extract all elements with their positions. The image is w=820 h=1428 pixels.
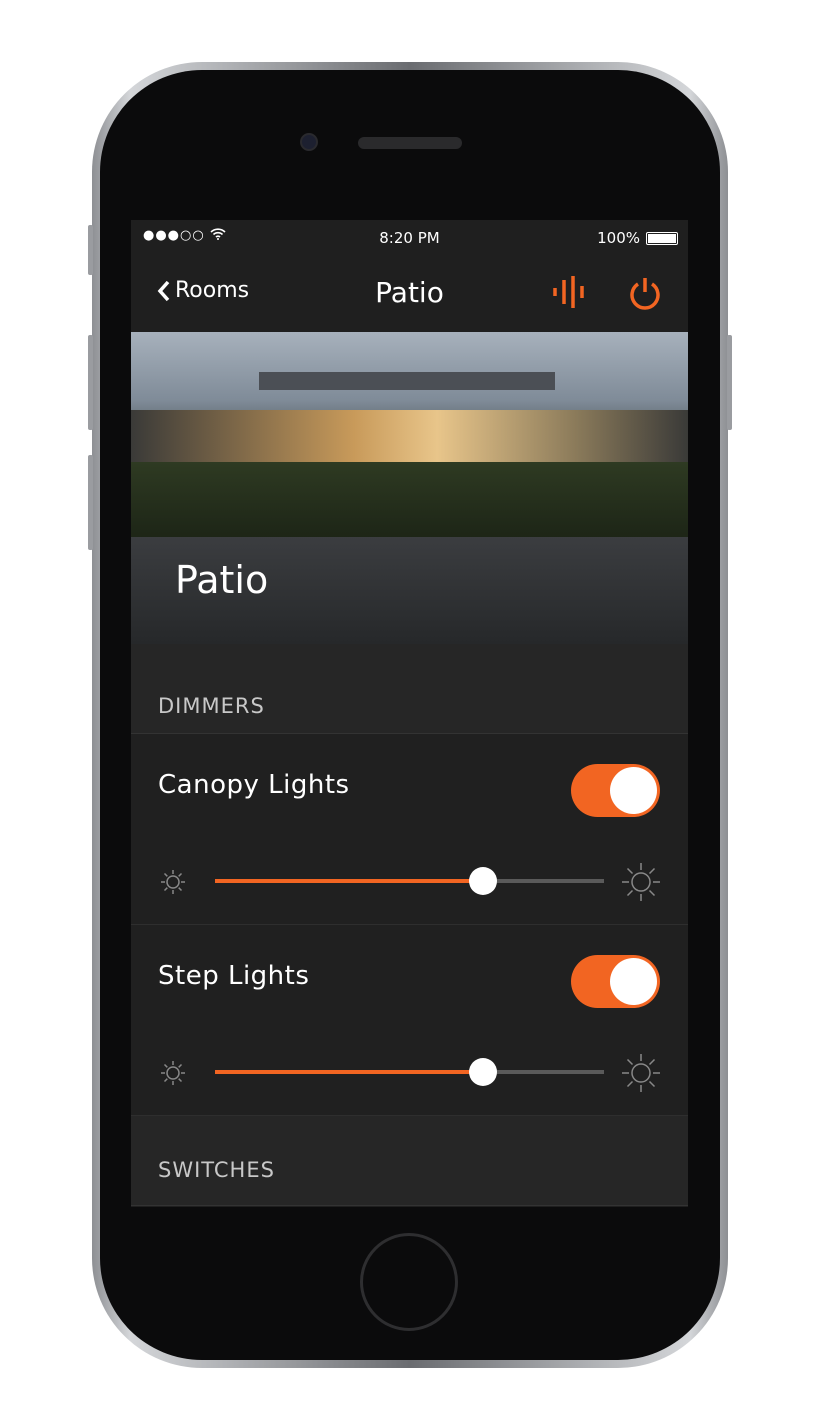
earpiece-speaker <box>358 137 462 149</box>
brightness-slider[interactable] <box>215 867 604 895</box>
volume-down-button <box>88 455 93 550</box>
dimmer-row: Canopy Lights <box>131 734 688 925</box>
section-header-dimmers: DIMMERS <box>131 644 688 734</box>
dimmer-row: Step Lights <box>131 925 688 1116</box>
back-button[interactable]: Rooms <box>157 278 249 303</box>
mute-switch <box>88 225 93 275</box>
section-header-switches: SWITCHES <box>131 1116 688 1206</box>
power-icon[interactable] <box>627 276 663 312</box>
battery-percent: 100% <box>597 229 640 247</box>
slider-thumb[interactable] <box>469 1058 498 1086</box>
dimmer-toggle[interactable] <box>571 764 660 817</box>
front-camera <box>300 133 318 151</box>
room-photo-title: Patio <box>175 558 269 602</box>
room-photo: Patio <box>131 332 688 644</box>
app-screen: ●●●○○ 8:20 PM 100% Rooms Patio Patio DIM… <box>131 220 688 1207</box>
back-label: Rooms <box>175 278 250 303</box>
nav-bar: Rooms Patio <box>131 256 688 332</box>
brightness-low-icon <box>161 1061 185 1085</box>
power-side-button <box>727 335 732 430</box>
brightness-high-icon <box>622 863 660 901</box>
dimmer-label: Step Lights <box>158 961 310 991</box>
slider-thumb[interactable] <box>469 867 498 895</box>
dimmer-toggle[interactable] <box>571 955 660 1008</box>
dimmer-label: Canopy Lights <box>158 770 350 800</box>
home-button[interactable] <box>360 1233 458 1331</box>
battery-icon <box>646 231 678 245</box>
volume-up-button <box>88 335 93 430</box>
scene-waveform-icon[interactable] <box>551 274 587 310</box>
brightness-high-icon <box>622 1054 660 1092</box>
brightness-low-icon <box>161 870 185 894</box>
brightness-slider[interactable] <box>215 1058 604 1086</box>
chevron-left-icon <box>157 280 170 301</box>
status-bar: ●●●○○ 8:20 PM 100% <box>131 220 688 256</box>
